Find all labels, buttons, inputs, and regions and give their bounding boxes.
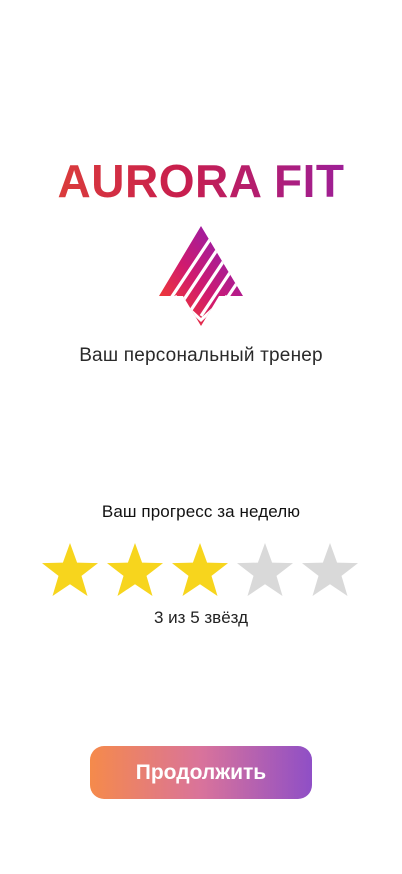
star-rating [38,540,364,604]
star-filled-icon [42,543,98,596]
star-filled-icon [107,543,163,596]
onboarding-screen: AURORA FIT Ваш персональный тренер Ваш п… [0,0,402,874]
progress-section: Ваш прогресс за неделю [0,500,402,524]
star-empty-icon [237,543,293,596]
star-empty-icon [302,543,358,596]
continue-button[interactable]: Продолжить [90,746,312,799]
progress-title: Ваш прогресс за неделю [101,502,301,521]
star-filled-icon [172,543,228,596]
aurora-logo-icon [159,226,243,326]
tagline: Ваш персональный тренер [79,345,323,366]
rating-text: 3 из 5 звёзд [154,608,248,627]
app-title: AURORA FIT [0,154,402,208]
